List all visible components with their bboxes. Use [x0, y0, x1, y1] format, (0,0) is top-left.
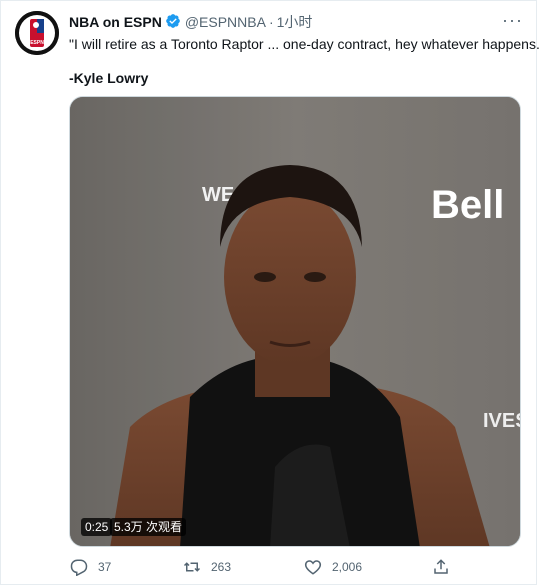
- backdrop-brand: Bell: [431, 183, 504, 227]
- reply-count: 37: [98, 560, 112, 574]
- avatar[interactable]: ESPN: [15, 11, 59, 55]
- tweet-actions: 37 263 2,006: [0, 558, 539, 578]
- retweet-button[interactable]: 263: [183, 558, 231, 576]
- share-button[interactable]: [432, 558, 460, 576]
- verified-badge-icon: [165, 13, 181, 32]
- tweet-attribution: -Kyle Lowry: [69, 70, 149, 86]
- video-duration-badge: 0:25: [81, 518, 113, 536]
- share-icon: [434, 559, 448, 574]
- video-views-badge: 5.3万 次观看: [110, 518, 187, 536]
- handle[interactable]: @ESPNNBA: [185, 14, 266, 30]
- like-icon: [304, 560, 322, 575]
- retweet-icon: [183, 562, 201, 572]
- reply-icon: [70, 559, 88, 576]
- face: [224, 189, 356, 365]
- more-icon[interactable]: ···: [502, 10, 523, 31]
- like-count: 2,006: [332, 560, 363, 574]
- video-frame: WE N Bell IVES: [70, 97, 521, 546]
- display-name[interactable]: NBA on ESPN: [69, 14, 162, 30]
- separator-dot: ·: [268, 14, 274, 30]
- video-player[interactable]: WE N Bell IVES: [69, 96, 521, 547]
- reply-button[interactable]: 37: [70, 558, 111, 576]
- timestamp[interactable]: 1小时: [277, 12, 313, 32]
- tweet-header: NBA on ESPN @ESPNNBA · 1小时: [69, 12, 312, 32]
- tweet-text: "I will retire as a Toronto Raptor ... o…: [69, 36, 539, 52]
- svg-text:ESPN: ESPN: [30, 40, 44, 46]
- backdrop-text-right: IVES: [483, 410, 521, 432]
- retweet-count: 263: [211, 560, 232, 574]
- nba-espn-logo: ESPN: [15, 11, 59, 55]
- like-button[interactable]: 2,006: [304, 558, 362, 576]
